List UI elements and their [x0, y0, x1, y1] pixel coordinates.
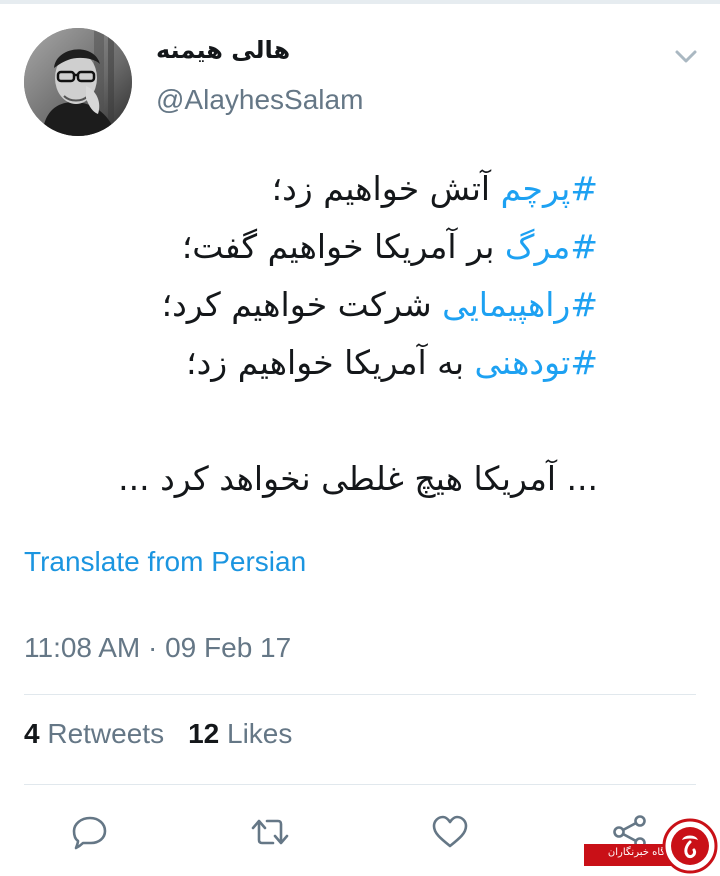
likes-count: 12	[188, 718, 220, 749]
tweet-closing-line: ... آمریکا هیچ غلطی نخواهد کرد ...	[118, 459, 598, 498]
avatar[interactable]	[24, 28, 132, 136]
author-display-name[interactable]: هالی هیمنه	[156, 36, 290, 64]
like-button[interactable]	[430, 812, 470, 852]
tweet-stats: 4 Retweets 12 Likes	[24, 718, 292, 750]
likes-label: Likes	[227, 718, 293, 749]
tweet-line: #راهپیمایی شرکت خواهیم کرد؛	[24, 276, 598, 334]
tweet-line-text: شرکت خواهیم کرد؛	[161, 285, 443, 324]
tweet-line-text: آتش خواهیم زد؛	[271, 169, 501, 208]
likes-stat[interactable]: 12 Likes	[188, 718, 292, 749]
hashtag-link[interactable]: #مرگ	[505, 227, 598, 266]
watermark: باشگاه خبرنگاران	[584, 814, 720, 876]
watermark-logo-icon	[662, 818, 718, 874]
more-options-button[interactable]	[672, 42, 700, 70]
retweet-button[interactable]	[250, 812, 290, 852]
top-divider	[0, 0, 720, 4]
reply-button[interactable]	[70, 812, 110, 852]
hashtag-link[interactable]: #راهپیمایی	[442, 285, 598, 324]
translate-link[interactable]: Translate from Persian	[24, 546, 306, 578]
tweet-text: #پرچم آتش خواهیم زد؛ #مرگ بر آمریکا خواه…	[24, 160, 598, 508]
retweets-stat[interactable]: 4 Retweets	[24, 718, 164, 749]
retweet-icon	[251, 819, 289, 845]
tweet-line-text: به آمریکا خواهیم زد؛	[186, 343, 475, 382]
reply-icon	[72, 816, 107, 850]
retweets-label: Retweets	[47, 718, 165, 749]
hashtag-link[interactable]: #تودهنی	[475, 343, 598, 382]
tweet-line: #پرچم آتش خواهیم زد؛	[24, 160, 598, 218]
retweets-count: 4	[24, 718, 40, 749]
author-handle[interactable]: @AlayhesSalam	[156, 84, 363, 116]
stats-top-divider	[24, 694, 696, 695]
tweet-timestamp[interactable]: 11:08 AM · 09 Feb 17	[24, 632, 291, 664]
stats-bottom-divider	[24, 784, 696, 785]
tweet-line: #تودهنی به آمریکا خواهیم زد؛	[24, 334, 598, 392]
hashtag-link[interactable]: #پرچم	[501, 169, 598, 208]
heart-icon	[432, 815, 468, 848]
tweet-line-text: بر آمریکا خواهیم گفت؛	[181, 227, 505, 266]
chevron-down-icon	[675, 50, 697, 63]
avatar-photo	[24, 28, 132, 136]
tweet-line: #مرگ بر آمریکا خواهیم گفت؛	[24, 218, 598, 276]
